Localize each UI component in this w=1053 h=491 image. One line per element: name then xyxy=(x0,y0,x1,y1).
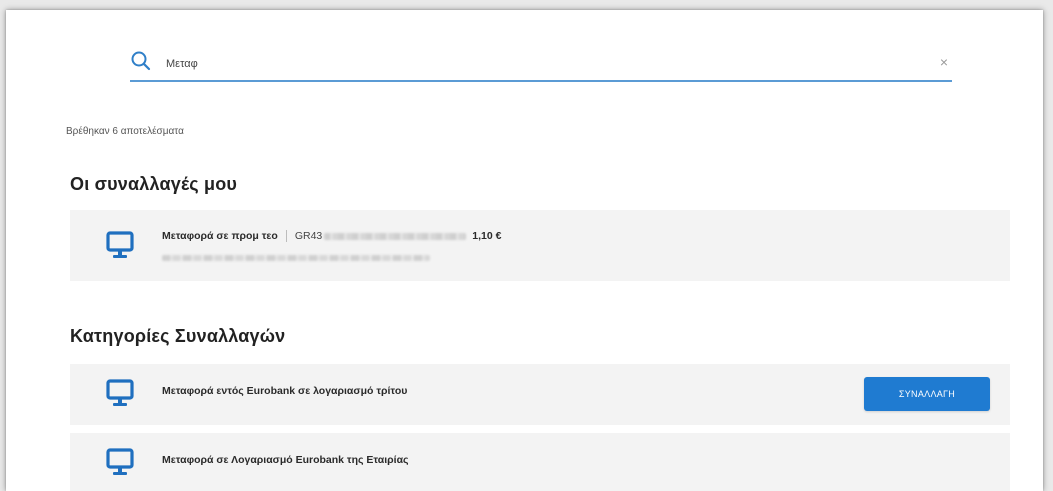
category-label: Μεταφορά εντός Eurobank σε λογαριασμό τρ… xyxy=(162,385,408,397)
redacted-iban xyxy=(324,232,467,240)
transaction-button[interactable]: ΣΥΝΑΛΛΑΓΗ xyxy=(864,377,990,411)
close-icon[interactable]: × xyxy=(940,55,948,69)
category-row[interactable]: Μεταφορά εντός Eurobank σε λογαριασμό τρ… xyxy=(70,364,1010,425)
search-input[interactable] xyxy=(166,52,906,76)
category-row[interactable]: Μεταφορά σε Λογαριασμό Eurobank της Εται… xyxy=(70,433,1010,491)
monitor-icon xyxy=(106,378,134,408)
transaction-row[interactable]: Μεταφορά σε προμ τεο GR43 1,10 € xyxy=(70,210,1010,281)
monitor-icon xyxy=(106,447,134,477)
redacted-details xyxy=(162,255,430,261)
search-bar: × xyxy=(130,46,952,82)
results-count: Βρέθηκαν 6 αποτελέσματα xyxy=(66,126,184,137)
divider xyxy=(285,230,287,242)
section-title-categories: Κατηγορίες Συναλλαγών xyxy=(70,326,286,346)
transaction-iban: GR43 xyxy=(294,230,323,242)
transaction-summary: Μεταφορά σε προμ τεο GR43 1,10 € xyxy=(162,230,501,242)
search-icon[interactable] xyxy=(130,50,152,72)
transaction-amount: 1,10 € xyxy=(472,230,502,242)
transaction-title: Μεταφορά σε προμ τεο xyxy=(162,230,278,242)
section-title-my-transactions: Οι συναλλαγές μου xyxy=(70,174,238,194)
app-window: × Βρέθηκαν 6 αποτελέσματα Οι συναλλαγές … xyxy=(6,10,1043,491)
monitor-icon xyxy=(106,230,134,260)
category-label: Μεταφορά σε Λογαριασμό Eurobank της Εται… xyxy=(162,454,409,466)
